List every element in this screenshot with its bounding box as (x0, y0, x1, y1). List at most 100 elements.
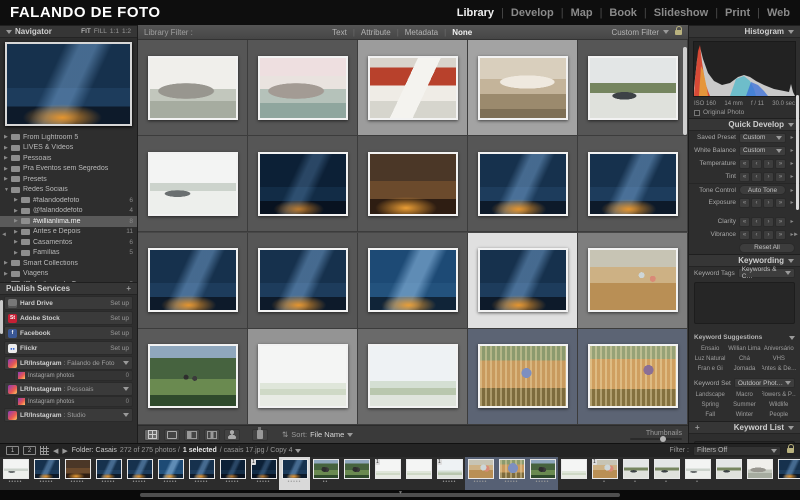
survey-view-button[interactable] (204, 428, 220, 441)
stepper-button[interactable]: » (775, 216, 786, 227)
photo-thumbnail[interactable] (147, 248, 238, 312)
navigator-zoom-1-2[interactable]: 1:2 (122, 28, 131, 35)
grid-cell[interactable] (138, 232, 248, 329)
disclosure-icon[interactable]: ▸ (789, 218, 795, 225)
disclosure-icon[interactable]: ▶ (14, 208, 21, 214)
photo-thumbnail[interactable] (147, 151, 238, 216)
module-develop[interactable]: Develop (511, 7, 554, 19)
grid-cell[interactable] (358, 136, 468, 233)
disclosure-icon[interactable]: ▶ (4, 271, 11, 277)
filmstrip-thumbnail[interactable]: 1 (372, 457, 403, 490)
stepper-button[interactable]: › (763, 158, 774, 169)
keyword-suggestion-button[interactable]: Fran e Gi (693, 364, 727, 374)
keyword-suggestion-button[interactable]: Jornada (727, 364, 761, 374)
publish-service[interactable]: LR/Instagram: Pessoais (4, 382, 133, 396)
filter-lock-icon[interactable] (675, 25, 682, 35)
collection-item[interactable]: ▶ Presets (0, 174, 137, 185)
disclosure-icon[interactable]: ▶ (14, 229, 21, 235)
disclosure-icon[interactable]: ▶ (4, 281, 11, 282)
grid-cell[interactable] (578, 40, 688, 136)
photo-thumbnail[interactable] (147, 55, 238, 120)
navigator-preview[interactable] (5, 42, 132, 126)
filmstrip-lock-icon[interactable] (787, 444, 794, 453)
stepper-button[interactable]: « (739, 158, 750, 169)
disclosure-icon[interactable]: ▸ (789, 147, 795, 154)
disclosure-icon[interactable]: ▶ (4, 166, 11, 172)
stepper-button[interactable]: « (739, 229, 750, 240)
collection-item[interactable]: ▶ Viagens (0, 269, 137, 280)
disclosure-icon[interactable]: ▸ (789, 187, 795, 194)
collection-item[interactable]: ▶ Casamentos 6 (0, 237, 137, 248)
collection-item[interactable]: ▶ Famílias 5 (0, 248, 137, 259)
add-publish-service-button[interactable]: + (126, 284, 131, 293)
publish-collection[interactable]: Instagram photos 0 (14, 370, 133, 381)
second-window-button[interactable]: 2 (23, 446, 36, 455)
photo-thumbnail[interactable] (2, 459, 29, 479)
stepper-button[interactable]: » (775, 229, 786, 240)
reset-all-button[interactable]: Reset All (739, 242, 795, 253)
disclosure-icon[interactable]: ▸ (789, 134, 795, 141)
collection-item[interactable]: ▶ @falandodefoto 4 (0, 206, 137, 217)
publish-service-setup[interactable]: Set up (110, 330, 129, 337)
photo-thumbnail[interactable] (653, 459, 680, 479)
navigator-header[interactable]: Navigator FIT FILL 1:1 1:2 (0, 25, 137, 38)
photo-thumbnail[interactable] (257, 344, 348, 409)
stepper-button[interactable]: » (775, 171, 786, 182)
filmstrip-thumbnail[interactable]: ••••• (0, 457, 31, 490)
right-panel-scrollbar[interactable] (796, 95, 799, 210)
module-library[interactable]: Library (457, 7, 494, 19)
publish-service[interactable]: f Facebook Set up (4, 326, 133, 340)
photo-thumbnail[interactable] (498, 459, 525, 479)
sort-value[interactable]: File Name (310, 430, 344, 439)
filmstrip-thumbnail[interactable]: • (620, 457, 651, 490)
stepper-button[interactable]: › (763, 229, 774, 240)
filmstrip-thumbnail[interactable] (775, 457, 800, 490)
module-book[interactable]: Book (609, 7, 637, 19)
publish-service[interactable]: LR/Instagram: Studio (4, 408, 133, 422)
photo-thumbnail[interactable] (777, 459, 800, 479)
filmstrip-collapse-icon[interactable]: ▼ (398, 490, 403, 496)
photo-thumbnail[interactable] (405, 459, 432, 479)
add-keyword-button[interactable]: + (695, 423, 700, 432)
filter-option-attribute[interactable]: Attribute (361, 28, 391, 37)
stepper-button[interactable]: ‹ (751, 229, 762, 240)
grid-cell[interactable] (468, 328, 578, 425)
photo-thumbnail[interactable] (147, 344, 238, 409)
quick-develop-select[interactable]: Custom (739, 145, 786, 156)
collection-item[interactable]: ▶ #willianlima.me 8 (0, 216, 137, 227)
filmstrip-thumbnail[interactable]: ••••• (124, 457, 155, 490)
photo-thumbnail[interactable] (467, 459, 494, 479)
keyword-suggestion-button[interactable]: Chá (727, 354, 761, 364)
left-panel-collapse-icon[interactable]: ◄ (1, 232, 7, 238)
keyword-suggestion-button[interactable]: Antes & De… (762, 364, 796, 374)
filmstrip-thumbnail[interactable]: ••••• (186, 457, 217, 490)
grid-cell[interactable] (578, 136, 688, 233)
photo-thumbnail[interactable] (157, 459, 184, 479)
stepper-button[interactable]: ‹ (751, 171, 762, 182)
grid-cell[interactable] (138, 136, 248, 233)
module-slideshow[interactable]: Slideshow (654, 7, 708, 19)
filmstrip-thumbnail[interactable]: 1 ••••• (434, 457, 465, 490)
collection-item[interactable]: ▶ Pra Eventos sem Segredos (0, 164, 137, 175)
keyword-suggestion-button[interactable]: Willian Lima (727, 344, 761, 354)
grid-cell[interactable] (248, 232, 358, 329)
navigator-zoom-1-1[interactable]: 1:1 (110, 28, 119, 35)
keyword-set-button[interactable]: Summer (727, 400, 761, 410)
photo-thumbnail[interactable] (367, 248, 458, 312)
keyword-set-button[interactable]: Flowers & P… (762, 390, 796, 400)
keyword-set-button[interactable]: People (762, 410, 796, 420)
photo-thumbnail[interactable] (477, 248, 568, 312)
grid-cell[interactable] (468, 40, 578, 136)
stepper-button[interactable]: » (775, 197, 786, 208)
keyword-set-dropdown[interactable]: Outdoor Phot… (733, 378, 795, 388)
filmstrip-thumbnail[interactable] (744, 457, 775, 490)
photo-thumbnail[interactable] (477, 344, 568, 409)
grid-cell[interactable] (248, 40, 358, 136)
filmstrip-thumbnail[interactable]: •• (310, 457, 341, 490)
collection-item[interactable]: ▶ #falandodefoto 6 (0, 195, 137, 206)
filmstrip-thumbnail[interactable]: ••••• (93, 457, 124, 490)
people-view-button[interactable] (224, 428, 240, 441)
disclosure-icon[interactable]: ▸ (789, 160, 795, 167)
photo-thumbnail[interactable] (587, 344, 678, 409)
grid-cell[interactable] (138, 40, 248, 136)
